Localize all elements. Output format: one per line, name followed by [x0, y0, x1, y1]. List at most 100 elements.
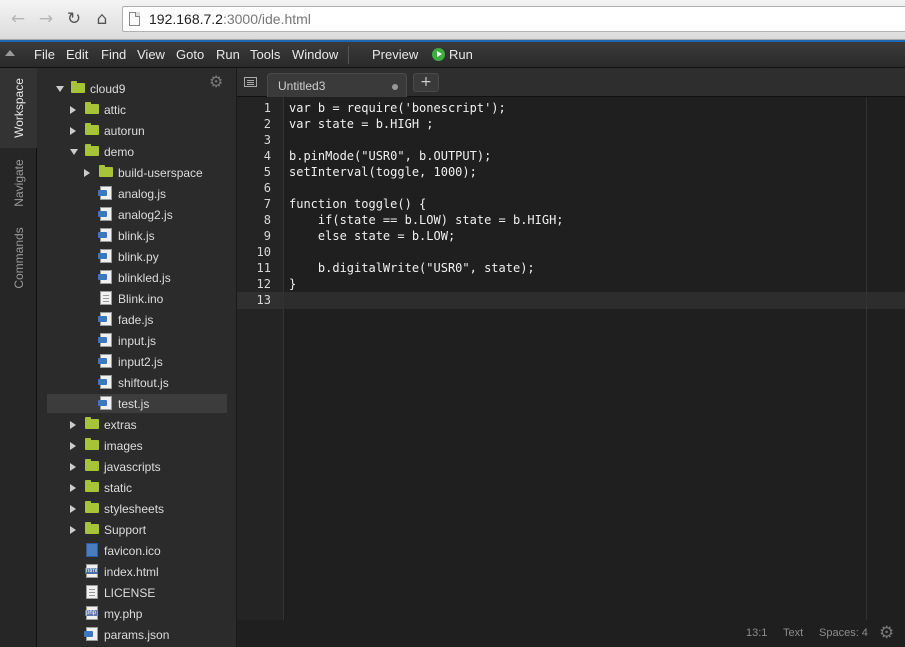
code-line[interactable]: var state = b.HIGH ; — [289, 116, 434, 132]
file-icon — [100, 291, 112, 305]
code-line[interactable]: b.digitalWrite("USR0", state); — [289, 260, 535, 276]
code-line[interactable]: var b = require('bonescript'); — [289, 100, 506, 116]
back-icon[interactable]: ← — [7, 8, 29, 30]
folder-icon — [85, 123, 99, 135]
tree-item[interactable]: attic — [47, 100, 227, 119]
menu-view[interactable]: View — [137, 47, 165, 62]
tab-untitled3[interactable]: Untitled3 — [267, 73, 407, 97]
tree-item[interactable]: analog2.js — [47, 205, 227, 224]
tree-item-label: attic — [104, 103, 127, 117]
tree-item[interactable]: input.js — [47, 331, 227, 350]
tree-item[interactable]: javascripts — [47, 457, 227, 476]
tree-item[interactable]: my.php — [47, 604, 227, 623]
tree-item[interactable]: index.html — [47, 562, 227, 581]
run-button[interactable]: Run — [432, 47, 473, 62]
menu-tools[interactable]: Tools — [250, 47, 280, 62]
code-line[interactable]: } — [289, 276, 296, 292]
menu-find[interactable]: Find — [101, 47, 126, 62]
collapsed-arrow-icon[interactable] — [70, 421, 76, 429]
tab-list-icon[interactable] — [244, 77, 257, 87]
syntax-mode[interactable]: Text — [783, 627, 803, 639]
collapsed-arrow-icon[interactable] — [70, 505, 76, 513]
tree-item[interactable]: Blink.ino — [47, 289, 227, 308]
tree-item[interactable]: build-userspace — [47, 163, 227, 182]
expanded-arrow-icon[interactable] — [70, 149, 78, 155]
editor-settings-gear-icon[interactable]: ⚙ — [879, 623, 894, 643]
reload-icon[interactable]: ↻ — [63, 8, 85, 30]
tree-item[interactable]: demo — [47, 142, 227, 161]
preview-button[interactable]: Preview — [372, 47, 418, 62]
code-editor[interactable]: 1 var b = require('bonescript'); 2 var stat… — [237, 97, 905, 620]
file-icon — [85, 564, 99, 578]
indent-setting[interactable]: Spaces: 4 — [819, 627, 868, 639]
menu-window[interactable]: Window — [292, 47, 338, 62]
tree-item[interactable]: input2.js — [47, 352, 227, 371]
collapsed-arrow-icon[interactable] — [84, 169, 90, 177]
collapsed-arrow-icon[interactable] — [70, 106, 76, 114]
tab-commands[interactable]: Commands — [0, 218, 37, 298]
collapse-menu-icon[interactable] — [5, 50, 15, 56]
folder-icon — [85, 501, 99, 513]
collapsed-arrow-icon[interactable] — [70, 526, 76, 534]
expanded-arrow-icon[interactable] — [56, 86, 64, 92]
line-number: 7 — [263, 197, 271, 211]
tab-navigate[interactable]: Navigate — [0, 148, 37, 218]
collapsed-arrow-icon[interactable] — [70, 484, 76, 492]
code-line[interactable]: if(state == b.LOW) state = b.HIGH; — [289, 212, 564, 228]
address-bar[interactable]: 192.168.7.2:3000/ide.html — [122, 6, 905, 32]
print-margin — [866, 97, 867, 620]
line-number: 3 — [263, 133, 271, 147]
tree-item-label: static — [104, 481, 133, 495]
menu-run[interactable]: Run — [216, 47, 240, 62]
tree-item[interactable]: Support — [47, 520, 227, 539]
folder-icon — [99, 165, 113, 177]
tree-item-label: shiftout.js — [118, 376, 169, 390]
tree-item[interactable]: stylesheets — [47, 499, 227, 518]
tree-item[interactable]: blinkled.js — [47, 268, 227, 287]
tree-item[interactable]: blink.js — [47, 226, 227, 245]
tree-item[interactable]: extras — [47, 415, 227, 434]
tree-item[interactable]: blink.py — [47, 247, 227, 266]
folder-icon — [85, 522, 99, 534]
file-icon — [98, 249, 112, 263]
file-icon — [98, 333, 112, 347]
tree-item-label: test.js — [118, 397, 150, 411]
menu-goto[interactable]: Goto — [176, 47, 204, 62]
menu-edit[interactable]: Edit — [66, 47, 88, 62]
tree-item-label: input.js — [118, 334, 157, 348]
home-icon[interactable]: ⌂ — [91, 8, 113, 30]
line-number: 13 — [256, 293, 271, 307]
add-tab-button[interactable]: + — [413, 73, 439, 92]
tree-item[interactable]: images — [47, 436, 227, 455]
tree-item-label: analog2.js — [118, 208, 173, 222]
line-number: 12 — [256, 277, 271, 291]
code-line[interactable]: b.pinMode("USR0", b.OUTPUT); — [289, 148, 491, 164]
url-path: :3000/ide.html — [222, 11, 311, 27]
tree-item[interactable]: static — [47, 478, 227, 497]
code-line[interactable]: setInterval(toggle, 1000); — [289, 164, 477, 180]
editor-tabbar: Untitled3 + — [237, 68, 905, 97]
code-line[interactable]: function toggle() { — [289, 196, 426, 212]
tree-item[interactable]: autorun — [47, 121, 227, 140]
tree-item[interactable]: shiftout.js — [47, 373, 227, 392]
collapsed-arrow-icon[interactable] — [70, 127, 76, 135]
tree-item[interactable]: cloud9 — [47, 79, 227, 98]
collapsed-arrow-icon[interactable] — [70, 463, 76, 471]
tree-item-label: autorun — [104, 124, 145, 138]
tree-item[interactable]: analog.js — [47, 184, 227, 203]
tree-item[interactable]: params.json — [47, 625, 227, 644]
tab-workspace[interactable]: Workspace — [0, 68, 37, 148]
tree-item-label: Support — [104, 523, 147, 537]
tree-item-label: analog.js — [118, 187, 167, 201]
tree-item[interactable]: fade.js — [47, 310, 227, 329]
close-tab-icon[interactable] — [392, 84, 398, 90]
forward-icon[interactable]: → — [35, 8, 57, 30]
menu-file[interactable]: File — [34, 47, 55, 62]
tree-item[interactable]: favicon.ico — [47, 541, 227, 560]
tree-item-label: fade.js — [118, 313, 154, 327]
tree-item[interactable]: test.js — [47, 394, 227, 413]
file-icon — [98, 270, 112, 284]
collapsed-arrow-icon[interactable] — [70, 442, 76, 450]
code-line[interactable]: else state = b.LOW; — [289, 228, 455, 244]
tree-item[interactable]: LICENSE — [47, 583, 227, 602]
